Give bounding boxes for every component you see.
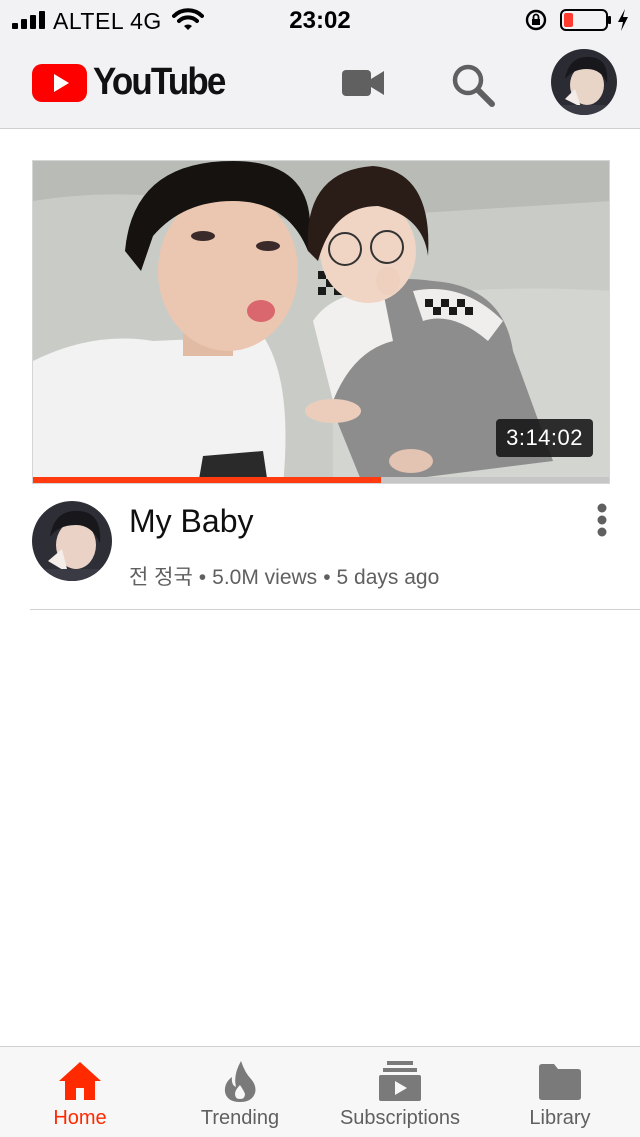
video-duration-badge: 3:14:02 <box>496 419 593 457</box>
nav-trending-label: Trending <box>200 1107 280 1129</box>
view-count: 5.0M views <box>212 566 318 589</box>
youtube-wordmark[interactable]: YouTube <box>93 61 226 104</box>
app-header: YouTube <box>0 40 640 129</box>
video-title[interactable]: My Baby <box>129 503 253 540</box>
channel-name[interactable]: 전 정국 <box>129 566 193 589</box>
flame-icon <box>224 1061 256 1102</box>
nav-subscriptions[interactable]: Subscriptions <box>320 1047 480 1137</box>
more-options-icon[interactable] <box>588 502 616 538</box>
rotation-lock-icon <box>525 9 547 31</box>
nav-home[interactable]: Home <box>0 1047 160 1137</box>
separator-dot: • <box>323 566 331 589</box>
nav-library[interactable]: Library <box>480 1047 640 1137</box>
nav-library-label: Library <box>529 1107 591 1129</box>
nav-home-label: Home <box>53 1107 107 1129</box>
watch-progress-track <box>33 477 609 483</box>
folder-icon <box>539 1064 581 1100</box>
divider <box>30 609 640 610</box>
video-metadata: 전 정국 • 5.0M views • 5 days ago <box>129 561 439 591</box>
video-camera-icon[interactable] <box>341 68 385 98</box>
bottom-navigation: Home Trending Subscriptions Library <box>0 1046 640 1137</box>
account-avatar[interactable] <box>551 49 617 115</box>
nav-subscriptions-label: Subscriptions <box>339 1107 461 1129</box>
upload-age: 5 days ago <box>336 566 440 589</box>
video-thumbnail[interactable]: 3:14:02 <box>32 160 610 484</box>
youtube-logo-icon[interactable] <box>32 64 87 102</box>
nav-trending[interactable]: Trending <box>160 1047 320 1137</box>
separator-dot: • <box>198 566 207 589</box>
status-bar: ALTEL 4G 23:02 <box>0 0 640 40</box>
channel-avatar[interactable] <box>32 501 112 581</box>
search-icon[interactable] <box>450 62 496 108</box>
watch-progress-fill <box>33 477 382 483</box>
battery-icon <box>560 9 611 31</box>
charging-icon <box>618 9 628 31</box>
subscriptions-icon <box>379 1061 421 1101</box>
home-icon <box>59 1062 101 1100</box>
